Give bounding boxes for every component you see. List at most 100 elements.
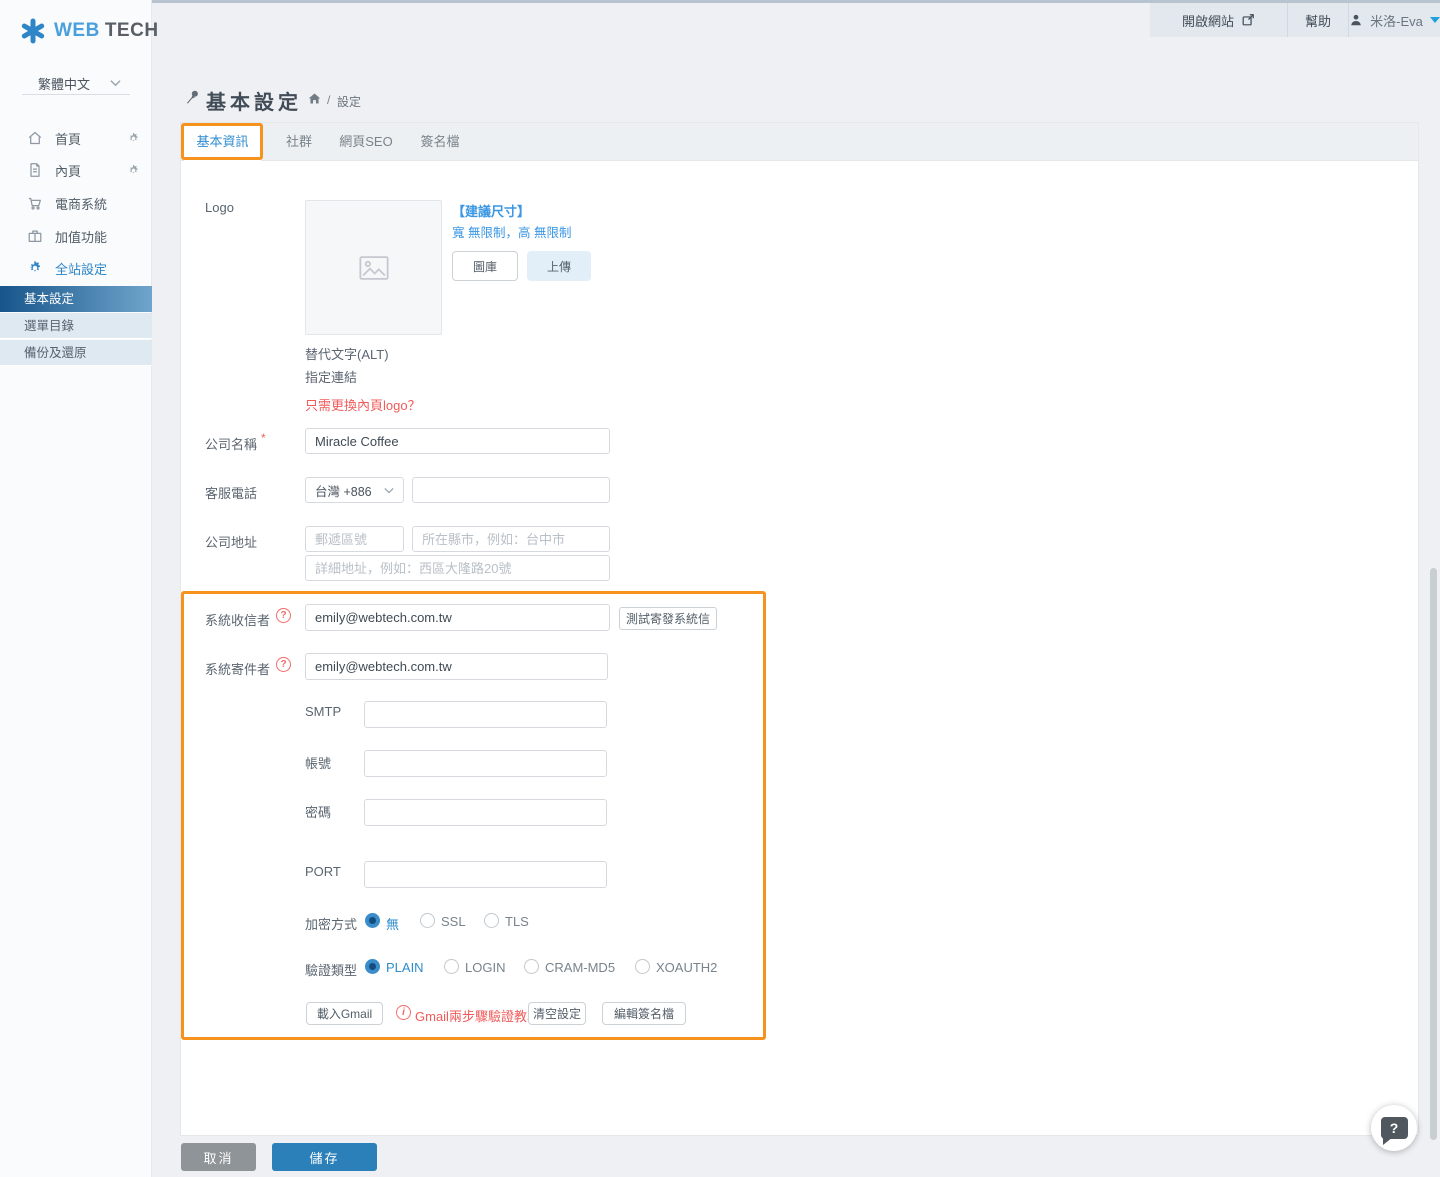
user-menu[interactable]: 米洛-Eva [1349, 3, 1440, 37]
pushpin-icon [184, 89, 201, 106]
open-website-button[interactable]: 開啟網站 [1150, 3, 1287, 37]
sidebar-item-inner-pages[interactable]: 內頁 [0, 154, 152, 186]
city-input[interactable] [412, 526, 610, 552]
page-title: 基本設定 [206, 86, 302, 115]
sidebar-subitem-menu-directory[interactable]: 選單目錄 [0, 313, 152, 339]
sidebar-item-label: 全站設定 [55, 259, 107, 278]
sidebar-item-label: 電商系統 [55, 194, 107, 213]
suggested-size-title: 【建議尺寸】 [452, 201, 530, 220]
sidebar-item-ecommerce[interactable]: 電商系統 [0, 187, 152, 219]
encryption-label: 加密方式 [305, 914, 357, 933]
sidebar-item-site-settings[interactable]: 全站設定 [0, 252, 152, 284]
question-circle-icon[interactable]: ? [276, 657, 291, 672]
password-input[interactable] [364, 799, 607, 826]
sidebar-item-label: 首頁 [55, 129, 81, 148]
help-button[interactable]: 幫助 [1288, 3, 1348, 37]
gallery-button[interactable]: 圖庫 [452, 251, 518, 281]
radio-label-plain[interactable]: PLAIN [386, 960, 424, 975]
help-label: 幫助 [1305, 11, 1331, 30]
tab-basic-info[interactable]: 基本資訊 [184, 123, 261, 161]
system-receiver-input[interactable] [305, 604, 610, 631]
tab-signature[interactable]: 簽名檔 [409, 123, 471, 161]
chevron-down-icon [384, 487, 394, 494]
inner-logo-link[interactable]: 只需更換內頁logo？ [305, 395, 421, 414]
radio-label-cram-md5[interactable]: CRAM-MD5 [545, 960, 615, 975]
topbar: 開啟網站 幫助 米洛-Eva [1150, 3, 1440, 37]
clear-settings-button[interactable]: 清空設定 [528, 1002, 586, 1025]
required-asterisk: * [261, 431, 266, 445]
phone-number-input[interactable] [412, 477, 610, 503]
test-send-button[interactable]: 測試寄發系統信 [619, 607, 717, 630]
chevron-down-icon [110, 79, 121, 87]
chevron-down-icon [1430, 17, 1440, 28]
system-sender-input[interactable] [305, 653, 608, 680]
radio-label-tls[interactable]: TLS [505, 914, 529, 929]
radio-auth-xoauth2[interactable] [635, 959, 650, 974]
sidebar-item-label: 加值功能 [55, 227, 107, 246]
sidebar-subitem-backup-restore[interactable]: 備份及還原 [0, 340, 152, 366]
breadcrumb-settings[interactable]: 設定 [337, 93, 361, 110]
brand-logo[interactable]: WEBTECH [20, 18, 159, 44]
load-gmail-button[interactable]: 載入Gmail [306, 1002, 383, 1025]
country-code-value: 台灣 +886 [315, 481, 384, 500]
help-bubble-icon: ? [1381, 1117, 1408, 1139]
gear-icon[interactable] [127, 164, 140, 177]
company-name-label: 公司名稱 [205, 434, 257, 453]
street-address-input[interactable] [305, 555, 610, 581]
breadcrumb-home-icon[interactable] [308, 92, 321, 105]
gear-icon[interactable] [127, 132, 140, 145]
language-label: 繁體中文 [38, 77, 90, 92]
gmail-tutorial-link[interactable]: Gmail兩步驟驗證教學 [415, 1006, 540, 1025]
tab-web-seo[interactable]: 網頁SEO [329, 123, 403, 161]
home-icon [27, 130, 43, 146]
radio-encrypt-none[interactable] [365, 913, 380, 928]
external-link-icon [1241, 13, 1255, 27]
port-input[interactable] [364, 861, 607, 888]
link-target-label[interactable]: 指定連結 [305, 367, 357, 386]
radio-encrypt-tls[interactable] [484, 913, 499, 928]
asterisk-logo-icon [20, 18, 46, 44]
language-selector[interactable]: 繁體中文 [38, 74, 90, 93]
company-name-input[interactable] [305, 428, 610, 454]
country-code-select[interactable]: 台灣 +886 [305, 477, 404, 503]
radio-auth-plain[interactable] [365, 959, 380, 974]
logo-preview-box[interactable] [305, 200, 442, 335]
radio-encrypt-ssl[interactable] [420, 913, 435, 928]
cancel-button[interactable]: 取消 [181, 1143, 256, 1171]
brand-name-secondary: TECH [105, 20, 159, 41]
radio-auth-cram-md5[interactable] [524, 959, 539, 974]
open-website-label: 開啟網站 [1182, 11, 1234, 30]
sidebar-item-addons[interactable]: 加值功能 [0, 220, 152, 252]
alt-text-label[interactable]: 替代文字(ALT) [305, 344, 389, 363]
sidebar-item-home[interactable]: 首頁 [0, 122, 152, 154]
upload-button[interactable]: 上傳 [527, 251, 591, 281]
account-label: 帳號 [305, 753, 331, 772]
sidebar-item-label: 內頁 [55, 161, 81, 180]
radio-auth-login[interactable] [444, 959, 459, 974]
radio-label-none[interactable]: 無 [386, 914, 399, 933]
user-icon [1349, 13, 1363, 27]
radio-label-ssl[interactable]: SSL [441, 914, 466, 929]
logo-label: Logo [205, 200, 234, 215]
smtp-label: SMTP [305, 704, 341, 719]
help-fab-button[interactable]: ? [1371, 1105, 1417, 1151]
zip-code-input[interactable] [305, 526, 404, 552]
question-circle-icon[interactable]: ? [276, 608, 291, 623]
account-input[interactable] [364, 750, 607, 777]
system-receiver-label: 系統收信者 [205, 610, 270, 629]
auth-type-label: 驗證類型 [305, 960, 357, 979]
image-placeholder-icon [359, 255, 389, 281]
company-address-label: 公司地址 [205, 532, 257, 551]
sidebar-subitem-basic-settings[interactable]: 基本設定 [0, 286, 152, 312]
save-button[interactable]: 儲存 [272, 1143, 377, 1171]
radio-label-xoauth2[interactable]: XOAUTH2 [656, 960, 717, 975]
edit-signature-button[interactable]: 編輯簽名檔 [602, 1002, 686, 1025]
scrollbar-thumb[interactable] [1430, 568, 1437, 1140]
gear-icon [27, 260, 43, 276]
tab-social[interactable]: 社群 [269, 123, 329, 161]
password-label: 密碼 [305, 802, 331, 821]
port-label: PORT [305, 864, 341, 879]
radio-label-login[interactable]: LOGIN [465, 960, 505, 975]
breadcrumb-separator: / [327, 93, 330, 107]
smtp-input[interactable] [364, 701, 607, 728]
